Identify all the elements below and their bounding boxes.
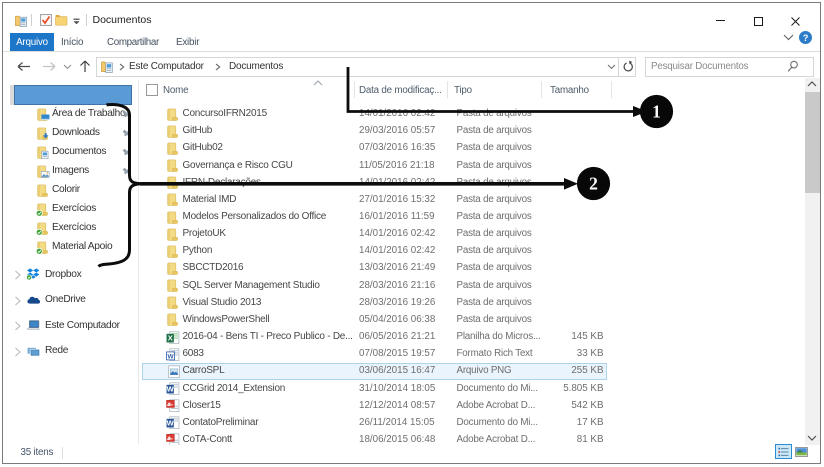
svg-text:2: 2 xyxy=(589,174,598,194)
svg-text:1: 1 xyxy=(652,102,661,122)
